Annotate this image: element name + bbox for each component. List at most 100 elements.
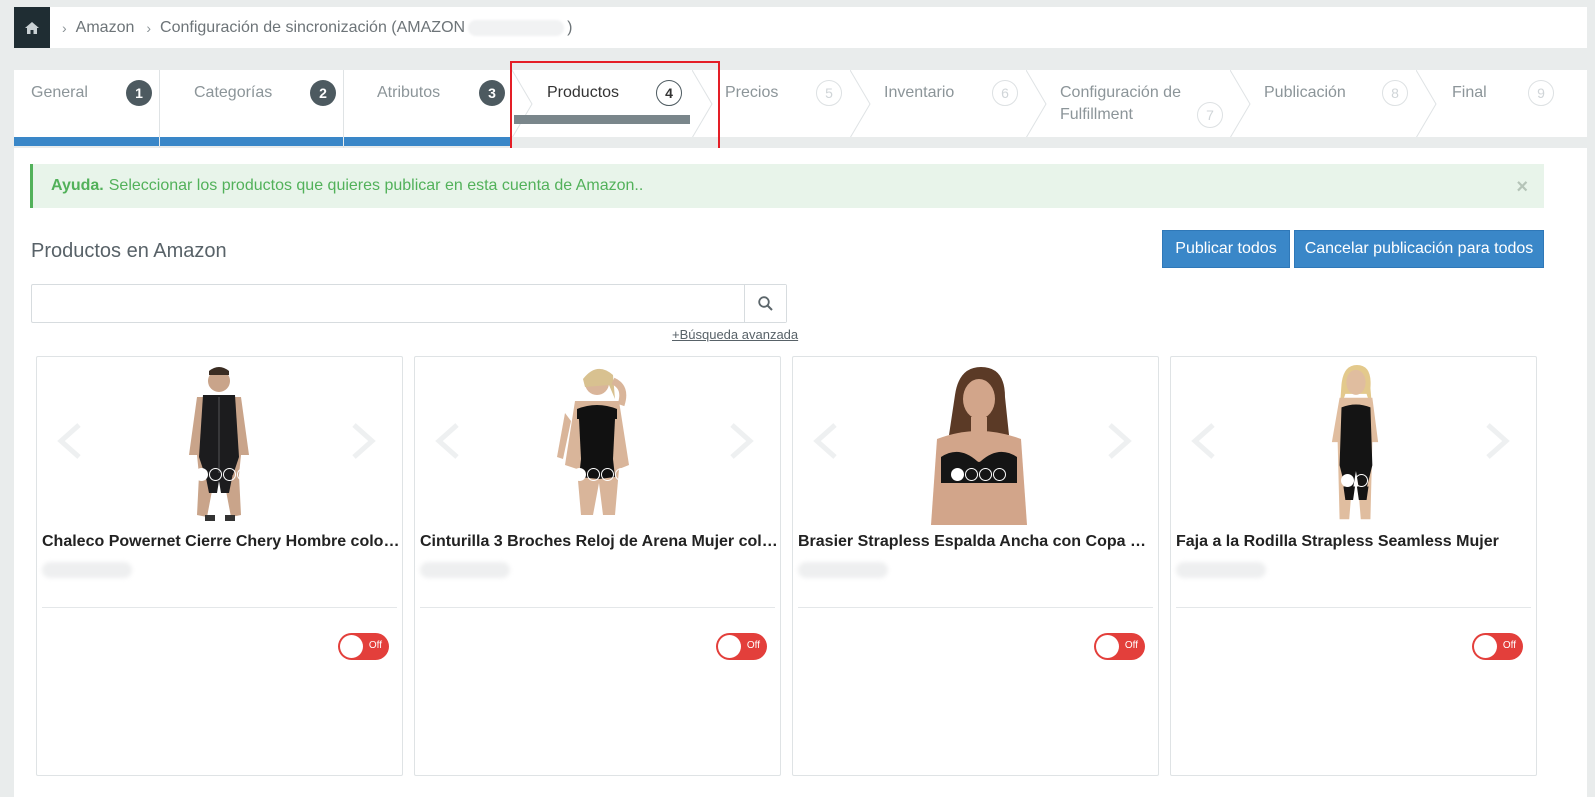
close-icon[interactable]: × (1516, 176, 1528, 199)
chevron-right-icon: › (146, 19, 152, 36)
progress-segment-done (14, 137, 159, 146)
product-title[interactable]: Faja a la Rodilla Strapless Seamless Muj… (1176, 533, 1534, 551)
product-image (931, 367, 1027, 525)
step-chevron (1230, 70, 1251, 138)
publish-toggle[interactable]: Off (338, 633, 389, 660)
alert-text: Seleccionar los productos que quieres pu… (108, 177, 644, 194)
step-number: 5 (816, 80, 842, 106)
carousel-prev-icon[interactable] (1189, 421, 1219, 461)
search-button[interactable] (744, 285, 786, 322)
carousel-next-icon[interactable] (1482, 421, 1512, 461)
toggle-label: Off (1124, 640, 1138, 651)
carousel-dots[interactable] (195, 468, 250, 481)
step-number: 1 (126, 80, 152, 106)
carousel-dot[interactable] (587, 468, 600, 481)
step-label: Configuración de Fulfillment (1060, 84, 1181, 123)
main-panel: Ayuda. Seleccionar los productos que qui… (14, 148, 1587, 797)
breadcrumb-item-sync-config: Configuración de sincronización (AMAZON (160, 18, 466, 36)
redacted-price (798, 562, 888, 578)
step-label: Atributos (377, 84, 441, 101)
step-label: Final (1452, 84, 1487, 101)
carousel-prev-icon[interactable] (55, 421, 85, 461)
carousel-dot[interactable] (601, 468, 614, 481)
publish-toggle[interactable]: Off (1094, 633, 1145, 660)
step-number: 8 (1382, 80, 1408, 106)
publish-toggle[interactable]: Off (716, 633, 767, 660)
help-alert: Ayuda. Seleccionar los productos que qui… (30, 164, 1544, 208)
step-label: Precios (725, 84, 779, 101)
carousel-prev-icon[interactable] (811, 421, 841, 461)
carousel-dot[interactable] (237, 468, 250, 481)
home-button[interactable] (14, 7, 50, 48)
step-general[interactable]: General 1 (14, 70, 160, 138)
carousel-next-icon[interactable] (1104, 421, 1134, 461)
publish-all-button[interactable]: Publicar todos (1162, 230, 1290, 268)
breadcrumb-item-amazon[interactable]: Amazon (76, 19, 135, 37)
step-precios[interactable]: Precios 5 (712, 70, 850, 138)
step-chevron (1026, 70, 1047, 138)
carousel-dot[interactable] (979, 468, 992, 481)
toggle-label: Off (368, 640, 382, 651)
carousel-dot[interactable] (1341, 474, 1354, 487)
toggle-label: Off (746, 640, 760, 651)
carousel-dots[interactable] (573, 468, 628, 481)
carousel-dot[interactable] (1355, 474, 1368, 487)
step-number: 2 (310, 80, 336, 106)
carousel-dot[interactable] (573, 468, 586, 481)
progress-segment-done (160, 137, 343, 146)
cancel-all-button[interactable]: Cancelar publicación para todos (1294, 230, 1544, 268)
page-title: Productos en Amazon (31, 240, 227, 262)
step-label: Categorías (194, 84, 273, 101)
carousel-prev-icon[interactable] (433, 421, 463, 461)
search-icon (758, 296, 773, 311)
carousel-dots[interactable] (951, 468, 1006, 481)
step-label: General (31, 84, 88, 101)
step-number: 3 (479, 80, 505, 106)
chevron-right-icon: › (62, 19, 67, 36)
redacted-price (420, 562, 510, 578)
step-final[interactable]: Final 9 (1436, 70, 1587, 138)
step-publicacion[interactable]: Publicación 8 (1250, 70, 1416, 138)
step-label: Publicación (1264, 84, 1346, 101)
step-chevron (1416, 70, 1437, 138)
wizard-progress (14, 115, 1587, 146)
carousel-next-icon[interactable] (726, 421, 756, 461)
product-image (1331, 365, 1379, 520)
carousel-dot[interactable] (223, 468, 236, 481)
product-title[interactable]: Cinturilla 3 Broches Reloj de Arena Muje… (420, 533, 778, 551)
breadcrumb: › Amazon › Configuración de sincronizaci… (14, 7, 1587, 48)
carousel-dot[interactable] (615, 468, 628, 481)
step-label: Inventario (884, 84, 955, 101)
redacted-price (1176, 562, 1266, 578)
product-card[interactable]: Chaleco Powernet Cierre Chery Hombre col… (36, 356, 403, 776)
breadcrumb-tail: ) (567, 18, 573, 36)
carousel-dot[interactable] (951, 468, 964, 481)
search-input[interactable] (31, 284, 787, 323)
step-number: 7 (1197, 102, 1223, 128)
step-categorias[interactable]: Categorías 2 (160, 70, 344, 138)
step-number: 6 (992, 80, 1018, 106)
step-inventario[interactable]: Inventario 6 (870, 70, 1026, 138)
product-card[interactable]: Cinturilla 3 Broches Reloj de Arena Muje… (414, 356, 781, 776)
carousel-dots[interactable] (1341, 474, 1368, 487)
carousel-dot[interactable] (993, 468, 1006, 481)
advanced-search-link[interactable]: +Búsqueda avanzada (672, 327, 798, 342)
wizard-steps: General 1 Categorías 2 Atributos 3 Produ… (14, 61, 1587, 154)
home-icon (25, 21, 39, 34)
step-fulfillment[interactable]: Configuración de Fulfillment 7 (1046, 70, 1230, 138)
product-image (189, 367, 249, 521)
carousel-dot[interactable] (965, 468, 978, 481)
product-image (557, 368, 629, 515)
product-title[interactable]: Chaleco Powernet Cierre Chery Hombre col… (42, 533, 400, 551)
product-title[interactable]: Brasier Strapless Espalda Ancha con Copa… (798, 533, 1156, 551)
carousel-next-icon[interactable] (348, 421, 378, 461)
product-card[interactable]: Faja a la Rodilla Strapless Seamless Muj… (1170, 356, 1537, 776)
redacted-account-name (468, 19, 565, 36)
redacted-price (42, 562, 132, 578)
publish-toggle[interactable]: Off (1472, 633, 1523, 660)
step-atributos[interactable]: Atributos 3 (344, 70, 512, 138)
carousel-dot[interactable] (209, 468, 222, 481)
carousel-dot[interactable] (195, 468, 208, 481)
product-card[interactable]: Brasier Strapless Espalda Ancha con Copa… (792, 356, 1159, 776)
highlight-annotation (510, 61, 720, 154)
